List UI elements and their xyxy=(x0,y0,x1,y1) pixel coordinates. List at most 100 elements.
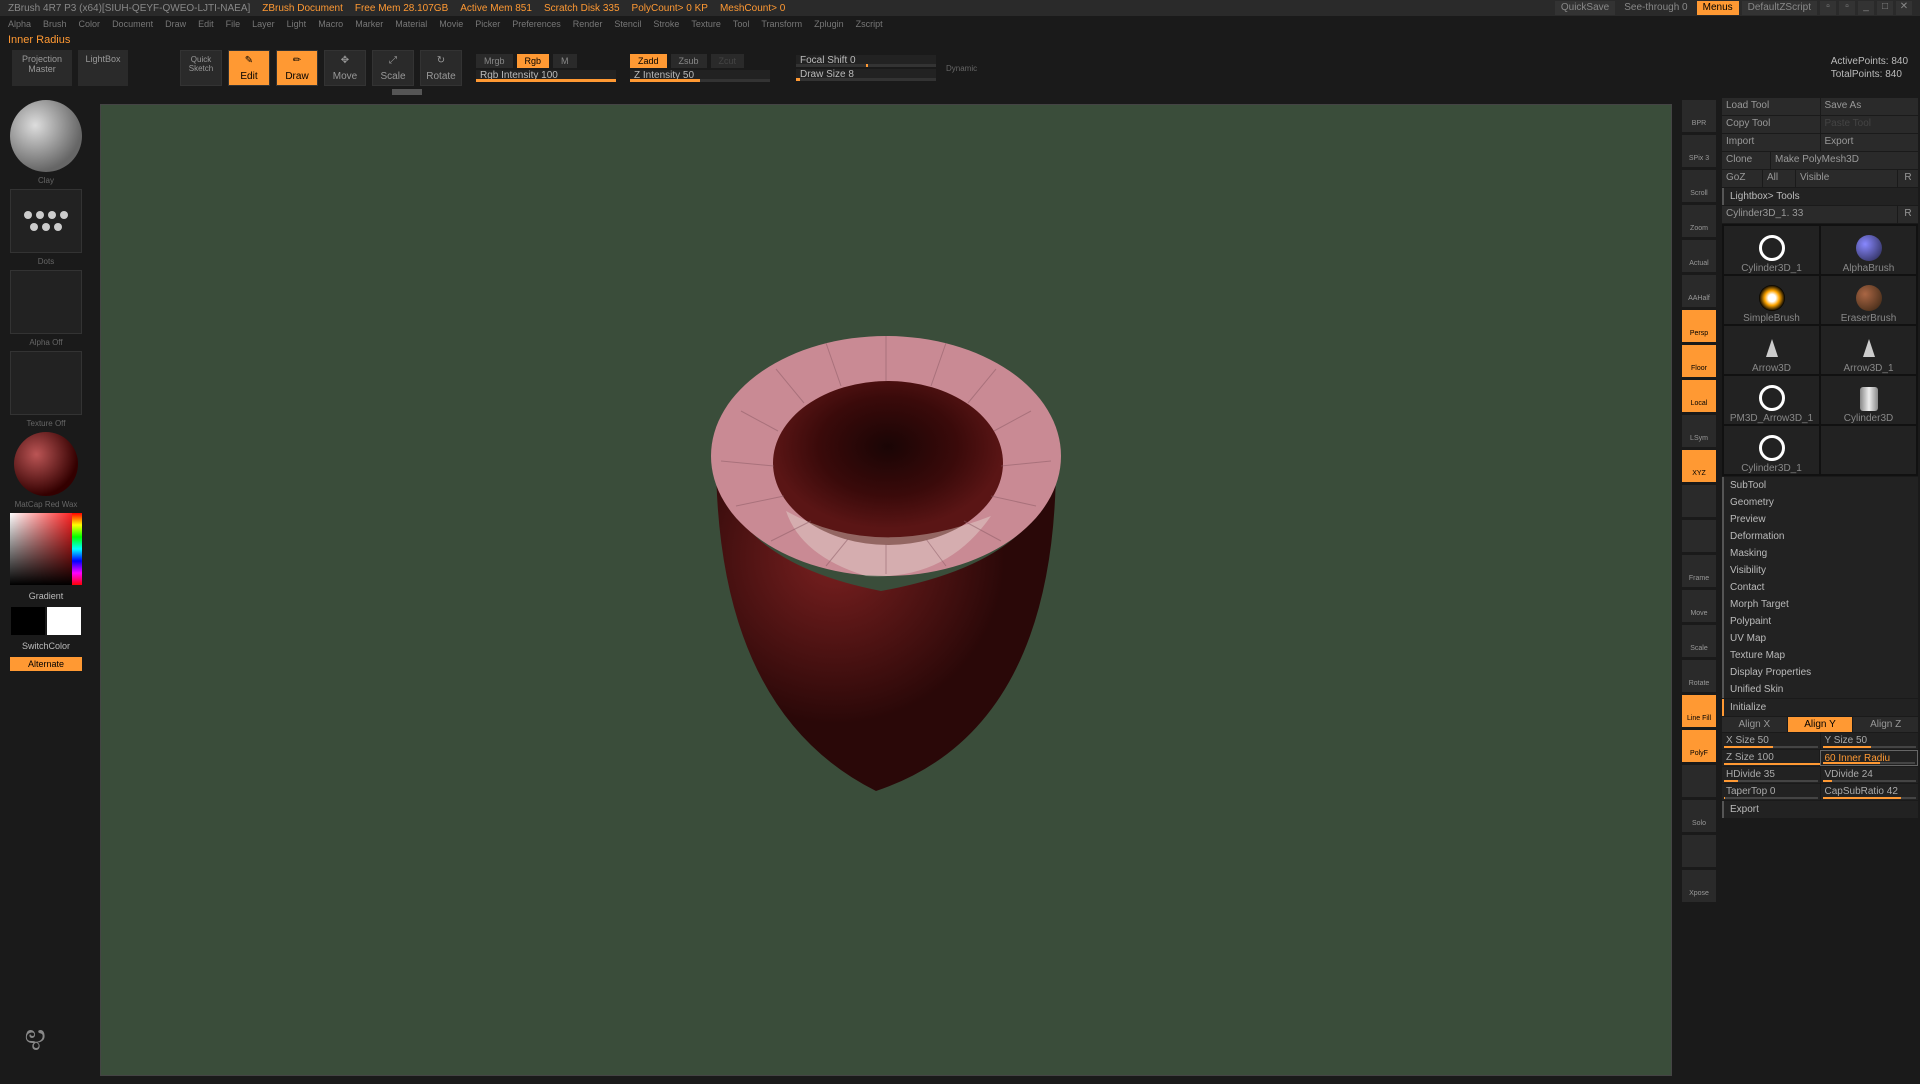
tool-empty[interactable] xyxy=(1821,426,1916,474)
quicksave-button[interactable]: QuickSave xyxy=(1555,1,1615,15)
menu-stencil[interactable]: Stencil xyxy=(614,19,641,29)
section-preview[interactable]: Preview xyxy=(1722,511,1918,528)
zadd-button[interactable]: Zadd xyxy=(630,54,667,68)
side-btn19[interactable] xyxy=(1682,765,1716,797)
menu-tool[interactable]: Tool xyxy=(733,19,750,29)
side-spix-3[interactable]: SPix 3 xyxy=(1682,135,1716,167)
switch-color-button[interactable]: SwitchColor xyxy=(10,639,82,653)
section-unified-skin[interactable]: Unified Skin xyxy=(1722,681,1918,698)
menu-macro[interactable]: Macro xyxy=(318,19,343,29)
menu-light[interactable]: Light xyxy=(287,19,307,29)
menu-render[interactable]: Render xyxy=(573,19,603,29)
texture-thumb[interactable] xyxy=(10,351,82,415)
tool-eraserbrush[interactable]: EraserBrush xyxy=(1821,276,1916,324)
align-y-button[interactable]: Align Y xyxy=(1788,717,1853,732)
menu-alpha[interactable]: Alpha xyxy=(8,19,31,29)
section-visibility[interactable]: Visibility xyxy=(1722,562,1918,579)
side-move[interactable]: Move xyxy=(1682,590,1716,622)
edit-mode-button[interactable]: ✎Edit xyxy=(228,50,270,86)
section-uv-map[interactable]: UV Map xyxy=(1722,630,1918,647)
side-polyf[interactable]: PolyF xyxy=(1682,730,1716,762)
menus-toggle[interactable]: Menus xyxy=(1697,1,1739,15)
menu-color[interactable]: Color xyxy=(79,19,101,29)
alpha-thumb[interactable] xyxy=(10,270,82,334)
section-deformation[interactable]: Deformation xyxy=(1722,528,1918,545)
canvas[interactable] xyxy=(100,104,1672,1076)
section-display-properties[interactable]: Display Properties xyxy=(1722,664,1918,681)
dynamic-toggle[interactable]: Dynamic xyxy=(946,64,977,73)
tool-cylinder3d[interactable]: Cylinder3D xyxy=(1821,376,1916,424)
menu-picker[interactable]: Picker xyxy=(475,19,500,29)
menu-movie[interactable]: Movie xyxy=(439,19,463,29)
side-actual[interactable]: Actual xyxy=(1682,240,1716,272)
side-zoom[interactable]: Zoom xyxy=(1682,205,1716,237)
current-tool-name[interactable]: Cylinder3D_1. 33 xyxy=(1722,206,1897,223)
layout-2-icon[interactable]: ▫ xyxy=(1839,1,1855,15)
side-bpr[interactable]: BPR xyxy=(1682,100,1716,132)
scale-mode-button[interactable]: ⤢Scale xyxy=(372,50,414,86)
tool-alphabrush[interactable]: AlphaBrush xyxy=(1821,226,1916,274)
menu-file[interactable]: File xyxy=(226,19,241,29)
menu-zplugin[interactable]: Zplugin xyxy=(814,19,844,29)
menu-zscript[interactable]: Zscript xyxy=(856,19,883,29)
capsubratio-slider[interactable]: CapSubRatio 42 xyxy=(1821,784,1919,800)
side-solo[interactable]: Solo xyxy=(1682,800,1716,832)
quicksketch-button[interactable]: Quick Sketch xyxy=(180,50,222,86)
gradient-toggle[interactable]: Gradient xyxy=(10,589,82,603)
save-as-button[interactable]: Save As xyxy=(1821,98,1919,115)
tool-r-button[interactable]: R xyxy=(1898,206,1918,223)
z-size-slider[interactable]: Z Size 100 xyxy=(1722,750,1819,766)
side-lsym[interactable]: LSym xyxy=(1682,415,1716,447)
menu-edit[interactable]: Edit xyxy=(198,19,214,29)
color-picker[interactable] xyxy=(10,513,82,585)
side-persp[interactable]: Persp xyxy=(1682,310,1716,342)
x-size-slider[interactable]: X Size 50 xyxy=(1722,733,1820,749)
side-frame[interactable]: Frame xyxy=(1682,555,1716,587)
menu-document[interactable]: Document xyxy=(112,19,153,29)
align-z-button[interactable]: Align Z xyxy=(1853,717,1918,732)
layout-1-icon[interactable]: ▫ xyxy=(1820,1,1836,15)
side-btn11[interactable] xyxy=(1682,485,1716,517)
tool-arrow3d_1[interactable]: Arrow3D_1 xyxy=(1821,326,1916,374)
side-btn21[interactable] xyxy=(1682,835,1716,867)
side-floor[interactable]: Floor xyxy=(1682,345,1716,377)
side-scroll[interactable]: Scroll xyxy=(1682,170,1716,202)
zcut-button[interactable]: Zcut xyxy=(711,54,745,68)
y-size-slider[interactable]: Y Size 50 xyxy=(1821,733,1919,749)
brush-thumb[interactable] xyxy=(10,100,82,172)
menu-draw[interactable]: Draw xyxy=(165,19,186,29)
lightbox-tools-header[interactable]: Lightbox> Tools xyxy=(1722,188,1918,205)
goz-visible-button[interactable]: Visible xyxy=(1796,170,1897,187)
lightbox-button[interactable]: LightBox xyxy=(78,50,128,86)
tool-cylinder3d_1[interactable]: Cylinder3D_1 xyxy=(1724,426,1819,474)
vdivide-slider[interactable]: VDivide 24 xyxy=(1821,767,1919,783)
section-geometry[interactable]: Geometry xyxy=(1722,494,1918,511)
side-aahalf[interactable]: AAHalf xyxy=(1682,275,1716,307)
make-polymesh-button[interactable]: Make PolyMesh3D xyxy=(1771,152,1918,169)
paste-tool-button[interactable]: Paste Tool xyxy=(1821,116,1919,133)
menu-preferences[interactable]: Preferences xyxy=(512,19,561,29)
tool-cylinder3d_1[interactable]: Cylinder3D_1 xyxy=(1724,226,1819,274)
main-color-swatch[interactable] xyxy=(11,607,45,635)
menu-marker[interactable]: Marker xyxy=(355,19,383,29)
draw-mode-button[interactable]: ✏Draw xyxy=(276,50,318,86)
seethrough-slider[interactable]: See-through 0 xyxy=(1618,1,1693,15)
mrgb-button[interactable]: Mrgb xyxy=(476,54,513,68)
tapertop-slider[interactable]: TaperTop 0 xyxy=(1722,784,1820,800)
copy-tool-button[interactable]: Copy Tool xyxy=(1722,116,1820,133)
canvas-h-scrollbar[interactable] xyxy=(92,88,1828,96)
menu-texture[interactable]: Texture xyxy=(691,19,721,29)
tool-arrow3d[interactable]: Arrow3D xyxy=(1724,326,1819,374)
section-polypaint[interactable]: Polypaint xyxy=(1722,613,1918,630)
inner-radius-slider[interactable]: 60 Inner Radiu xyxy=(1820,750,1919,766)
rgb-intensity-slider[interactable]: Rgb Intensity 100 xyxy=(476,70,616,82)
projection-master-button[interactable]: Projection Master xyxy=(12,50,72,86)
section-morph-target[interactable]: Morph Target xyxy=(1722,596,1918,613)
stroke-thumb[interactable] xyxy=(10,189,82,253)
focal-shift-slider[interactable]: Focal Shift 0 xyxy=(796,55,936,67)
zsub-button[interactable]: Zsub xyxy=(671,54,707,68)
section-masking[interactable]: Masking xyxy=(1722,545,1918,562)
hdivide-slider[interactable]: HDivide 35 xyxy=(1722,767,1820,783)
export-header[interactable]: Export xyxy=(1722,801,1918,818)
side-local[interactable]: Local xyxy=(1682,380,1716,412)
